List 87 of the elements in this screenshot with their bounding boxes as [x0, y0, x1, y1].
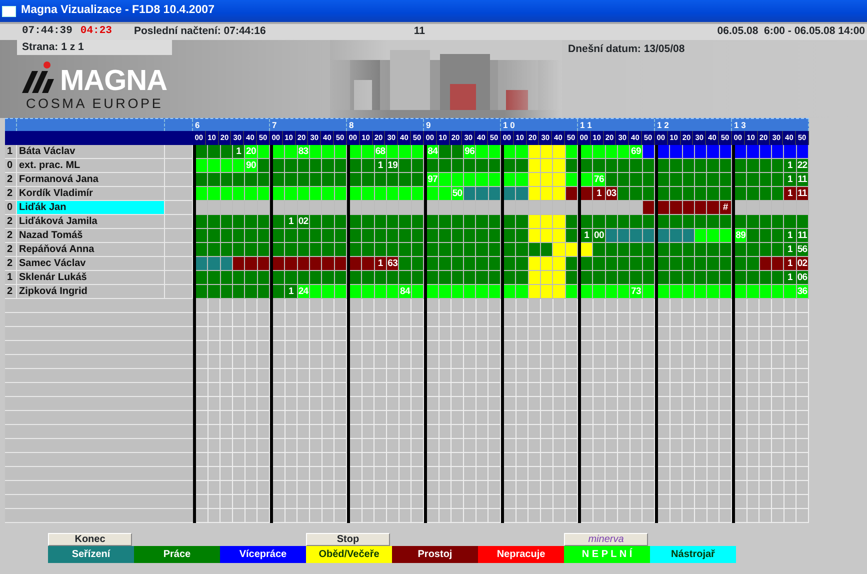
schedule-cell: 63: [386, 257, 400, 271]
employee-name[interactable]: Kordík Vladimír: [17, 187, 165, 201]
row-number: 1: [5, 271, 17, 285]
schedule-cell: 1: [784, 187, 797, 201]
row-number: 2: [5, 243, 17, 257]
last-load-label: Poslední načtení: 07:44:16: [134, 24, 266, 40]
employee-name[interactable]: Sklenár Lukáš: [17, 271, 165, 285]
schedule-cell: 69: [630, 145, 643, 159]
legend-item: Práce: [134, 546, 220, 563]
schedule-cell: 06: [796, 271, 809, 285]
logo-icon: [20, 61, 56, 95]
employee-name[interactable]: ext. prac. ML: [17, 159, 165, 173]
schedule-cell: 84: [399, 285, 412, 299]
schedule-cell: 1: [784, 257, 797, 271]
employee-name[interactable]: Repáňová Anna: [17, 243, 165, 257]
schedule-cell: 11: [796, 229, 809, 243]
legend-item: Nástrojař: [650, 546, 736, 563]
employee-name[interactable]: Liďáková Jamila: [17, 215, 165, 229]
schedule-cell: 1: [784, 173, 797, 187]
schedule-cell: 96: [464, 145, 476, 159]
schedule-cell: 03: [606, 187, 618, 201]
count-value: 11: [414, 24, 425, 40]
employee-name[interactable]: Samec Václav: [17, 257, 165, 271]
timer: 04:23: [80, 24, 112, 40]
schedule-cell: 20: [245, 145, 258, 159]
schedule-cell: 83: [298, 145, 310, 159]
row-number: 0: [5, 201, 17, 215]
schedule-cell: 1: [784, 229, 797, 243]
schedule-cell: 1: [784, 243, 797, 257]
page-indicator: Strana: 1 z 1: [17, 40, 172, 55]
row-number: 2: [5, 229, 17, 243]
toolbar-button[interactable]: Stop: [306, 533, 390, 546]
schedule-cell: 1: [593, 187, 606, 201]
employee-name[interactable]: Nazad Tomáš: [17, 229, 165, 243]
row-number: 2: [5, 215, 17, 229]
toolbar-button[interactable]: Konec: [48, 533, 132, 546]
schedule-cell: 11: [796, 187, 809, 201]
schedule-cell: 36: [796, 285, 809, 299]
schedule-cell: 76: [593, 173, 606, 187]
employee-name[interactable]: Báta Václav: [17, 145, 165, 159]
schedule-cell: 1: [374, 257, 387, 271]
today-date: Dnešní datum: 13/05/08: [568, 43, 685, 55]
schedule-cell: 97: [427, 173, 440, 187]
schedule-cell: 56: [796, 243, 809, 257]
schedule-cell: 1: [285, 285, 298, 299]
schedule-cell: 1: [232, 145, 246, 159]
schedule-cell: 1: [784, 159, 797, 173]
schedule-cell: 68: [374, 145, 387, 159]
schedule-cell: 1: [581, 229, 594, 243]
schedule-cell: 50: [452, 187, 464, 201]
schedule-cell: #: [720, 201, 732, 215]
schedule-cell: 1: [784, 271, 797, 285]
schedule-cell: 11: [796, 173, 809, 187]
window-icon: [2, 6, 16, 16]
legend-item: Seřízení: [48, 546, 134, 563]
legend-item: Oběd/Večeře: [306, 546, 392, 563]
clock-time: 07:44:39: [22, 24, 72, 40]
minerva-button[interactable]: minerva: [564, 533, 648, 546]
schedule-cell: 22: [796, 159, 809, 173]
logo-wordmark: MAGNA: [60, 67, 168, 95]
legend-item: Nepracuje: [478, 546, 564, 563]
legend-item: Prostoj: [392, 546, 478, 563]
shift-range: 06.05.08 6:00 - 06.05.08 14:00: [717, 24, 865, 40]
schedule-cell: 00: [593, 229, 606, 243]
schedule-cell: 1: [285, 215, 298, 229]
legend-item: N E P L N Í: [564, 546, 650, 563]
schedule-cell: 02: [796, 257, 809, 271]
row-number: 2: [5, 285, 17, 299]
schedule-cell: 89: [735, 229, 748, 243]
schedule-cell: 84: [427, 145, 440, 159]
row-number: 1: [5, 145, 17, 159]
employee-name[interactable]: Zipková Ingrid: [17, 285, 165, 299]
employee-name[interactable]: Liďák Jan: [17, 201, 165, 215]
legend-item: Vícepráce: [220, 546, 306, 563]
logo-subtitle: COSMA EUROPE: [26, 95, 164, 113]
window-title: Magna Vizualizace - F1D8 10.4.2007: [21, 3, 214, 18]
schedule-cell: 1: [374, 159, 387, 173]
schedule-cell: 24: [298, 285, 310, 299]
schedule-cell: 19: [386, 159, 400, 173]
row-number: 2: [5, 257, 17, 271]
schedule-cell: 73: [630, 285, 643, 299]
schedule-cell: 02: [298, 215, 310, 229]
schedule-cell: 90: [245, 159, 258, 173]
row-number: 2: [5, 173, 17, 187]
employee-name[interactable]: Formanová Jana: [17, 173, 165, 187]
row-number: 2: [5, 187, 17, 201]
row-number: 0: [5, 159, 17, 173]
